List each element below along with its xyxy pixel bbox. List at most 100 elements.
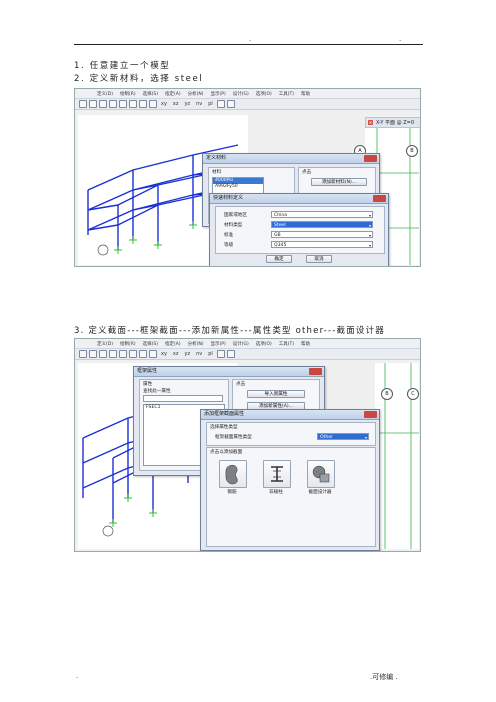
quick-material-title: 快速材料定义	[210, 194, 388, 204]
ok-button[interactable]: 确定	[266, 255, 292, 263]
zoom-fit-icon[interactable]	[129, 350, 137, 358]
undo-icon[interactable]	[89, 350, 97, 358]
properties-label: 属性	[143, 382, 153, 387]
pan-icon[interactable]	[139, 350, 147, 358]
menu-analyze[interactable]: 分析(N)	[188, 341, 204, 347]
view-3d-icon[interactable]	[149, 100, 157, 108]
toolbar: xy xz yz nv pl	[75, 99, 420, 110]
menu-display[interactable]: 显示(P)	[210, 341, 225, 347]
general-section-button[interactable]	[219, 460, 247, 488]
zoom-out-icon[interactable]	[109, 100, 117, 108]
refresh-icon[interactable]	[216, 100, 225, 108]
i-beam-icon	[271, 466, 283, 482]
close-dialog-icon[interactable]	[309, 368, 322, 375]
menu-tools[interactable]: 工具(T)	[279, 91, 294, 97]
grid-bubble-b: B	[406, 145, 418, 157]
zoom-out-icon[interactable]	[109, 350, 117, 358]
close-dialog-icon[interactable]	[364, 155, 377, 162]
menu-options[interactable]: 选项(O)	[256, 341, 272, 347]
footer-mark-left: .	[76, 672, 79, 680]
list-item[interactable]: A992Fy50	[213, 184, 263, 190]
zoom-in-icon[interactable]	[99, 100, 107, 108]
menu-bar: 定义(D) 绘制(R) 选择(S) 指定(A) 分析(N) 显示(P) 设计(G…	[75, 89, 420, 99]
standard-select[interactable]: GB ▾	[271, 231, 373, 238]
standard-label: 标准	[224, 233, 234, 238]
menu-help[interactable]: 帮助	[301, 91, 310, 97]
view-xz-button[interactable]: xz	[173, 351, 179, 357]
view-xz-button[interactable]: xz	[173, 101, 179, 107]
menu-select[interactable]: 选择(S)	[143, 341, 158, 347]
section-designer-label: 截面设计器	[308, 490, 332, 495]
step-2: 2. 定义新材料，选择 steel	[74, 74, 204, 84]
step-3: 3. 定义截面---框架截面---添加新属性---属性类型 other---截面…	[74, 326, 386, 336]
screenshot-frame-section: 定义(D) 绘制(R) 选择(S) 指定(A) 分析(N) 显示(P) 设计(G…	[74, 338, 421, 552]
menu-options[interactable]: 选项(O)	[256, 91, 272, 97]
snap-icon[interactable]	[226, 350, 235, 358]
refresh-icon[interactable]	[216, 350, 225, 358]
menu-help[interactable]: 帮助	[301, 341, 310, 347]
shape-designer-icon	[312, 465, 330, 483]
menu-select[interactable]: 选择(S)	[143, 91, 158, 97]
add-frame-section-title: 添加框架截面属性	[201, 410, 379, 420]
bean-shape-icon	[225, 465, 238, 485]
material-type-select[interactable]: Steel ▾	[271, 221, 373, 228]
view-yz-button[interactable]: yz	[185, 101, 191, 107]
zoom-window-icon[interactable]	[119, 350, 127, 358]
nonprismatic-button[interactable]	[263, 460, 291, 488]
find-property-input[interactable]	[143, 395, 223, 402]
menu-draw[interactable]: 绘制(R)	[120, 91, 136, 97]
view-nv-button[interactable]: nv	[196, 101, 202, 107]
menu-bar: 定义(D) 绘制(R) 选择(S) 指定(A) 分析(N) 显示(P) 设计(G…	[75, 339, 420, 349]
menu-analyze[interactable]: 分析(N)	[188, 91, 204, 97]
pan-icon[interactable]	[139, 100, 147, 108]
view-3d-icon[interactable]	[149, 350, 157, 358]
chevron-down-icon: ▾	[364, 435, 367, 440]
save-icon[interactable]	[79, 350, 87, 358]
add-material-button[interactable]: 添加新材料(N)...	[311, 178, 367, 186]
section-type-select[interactable]: Other ▾	[317, 433, 369, 440]
view-pl-button[interactable]: pl	[208, 351, 213, 357]
save-icon[interactable]	[79, 100, 87, 108]
menu-assign[interactable]: 指定(A)	[165, 341, 181, 347]
step-1: 1. 任意建立一个模型	[74, 61, 171, 71]
close-dialog-icon[interactable]	[373, 195, 386, 202]
menu-tools[interactable]: 工具(T)	[279, 341, 294, 347]
click-to-label: 点击	[302, 170, 312, 175]
region-select[interactable]: China ▾	[271, 211, 373, 218]
menu-design[interactable]: 设计(G)	[233, 91, 249, 97]
view-yz-button[interactable]: yz	[185, 351, 191, 357]
menu-define[interactable]: 定义(D)	[97, 91, 113, 97]
section-type-label: 框架截面属性类型	[215, 435, 252, 440]
region-label: 国家或地区	[224, 213, 247, 218]
zoom-in-icon[interactable]	[99, 350, 107, 358]
undo-icon[interactable]	[89, 100, 97, 108]
snap-icon[interactable]	[226, 100, 235, 108]
add-frame-section-dialog: 添加框架截面属性 选择属性类型 框架截面属性类型 Other ▾ 点击以添加截面 …	[200, 409, 380, 551]
add-section-group: 点击以添加截面 钢筋 非棱柱 截面设计器	[206, 447, 376, 547]
view-xy-button[interactable]: xy	[161, 351, 167, 357]
view-tab[interactable]: ✕ X-Y 平面 @ Z=0	[365, 117, 420, 128]
import-property-button[interactable]: 导入新属性	[247, 390, 305, 398]
chevron-down-icon: ▾	[368, 233, 371, 238]
view-pl-button[interactable]: pl	[208, 101, 213, 107]
menu-assign[interactable]: 指定(A)	[165, 91, 181, 97]
menu-define[interactable]: 定义(D)	[97, 341, 113, 347]
menu-design[interactable]: 设计(G)	[233, 341, 249, 347]
footer-editable-note: .可修编 .	[370, 673, 398, 681]
quick-material-dialog: 快速材料定义 国家或地区 China ▾ 材料类型 Steel ▾ 标准 GB ▾ 等…	[209, 193, 389, 266]
view-nv-button[interactable]: nv	[196, 351, 202, 357]
section-designer-button[interactable]	[307, 460, 335, 488]
menu-draw[interactable]: 绘制(R)	[120, 341, 136, 347]
close-dialog-icon[interactable]	[364, 411, 377, 418]
zoom-window-icon[interactable]	[119, 100, 127, 108]
grade-select[interactable]: Q345 ▾	[271, 241, 373, 248]
zoom-fit-icon[interactable]	[129, 100, 137, 108]
menu-display[interactable]: 显示(P)	[210, 91, 225, 97]
add-section-group-label: 点击以添加截面	[210, 450, 243, 455]
header-rule	[74, 44, 423, 45]
close-tab-icon[interactable]: ✕	[368, 120, 373, 125]
view-xy-button[interactable]: xy	[161, 101, 167, 107]
cancel-button[interactable]: 取消	[306, 255, 332, 263]
define-materials-title: 定义材料	[203, 154, 379, 164]
chevron-down-icon: ▾	[368, 213, 371, 218]
